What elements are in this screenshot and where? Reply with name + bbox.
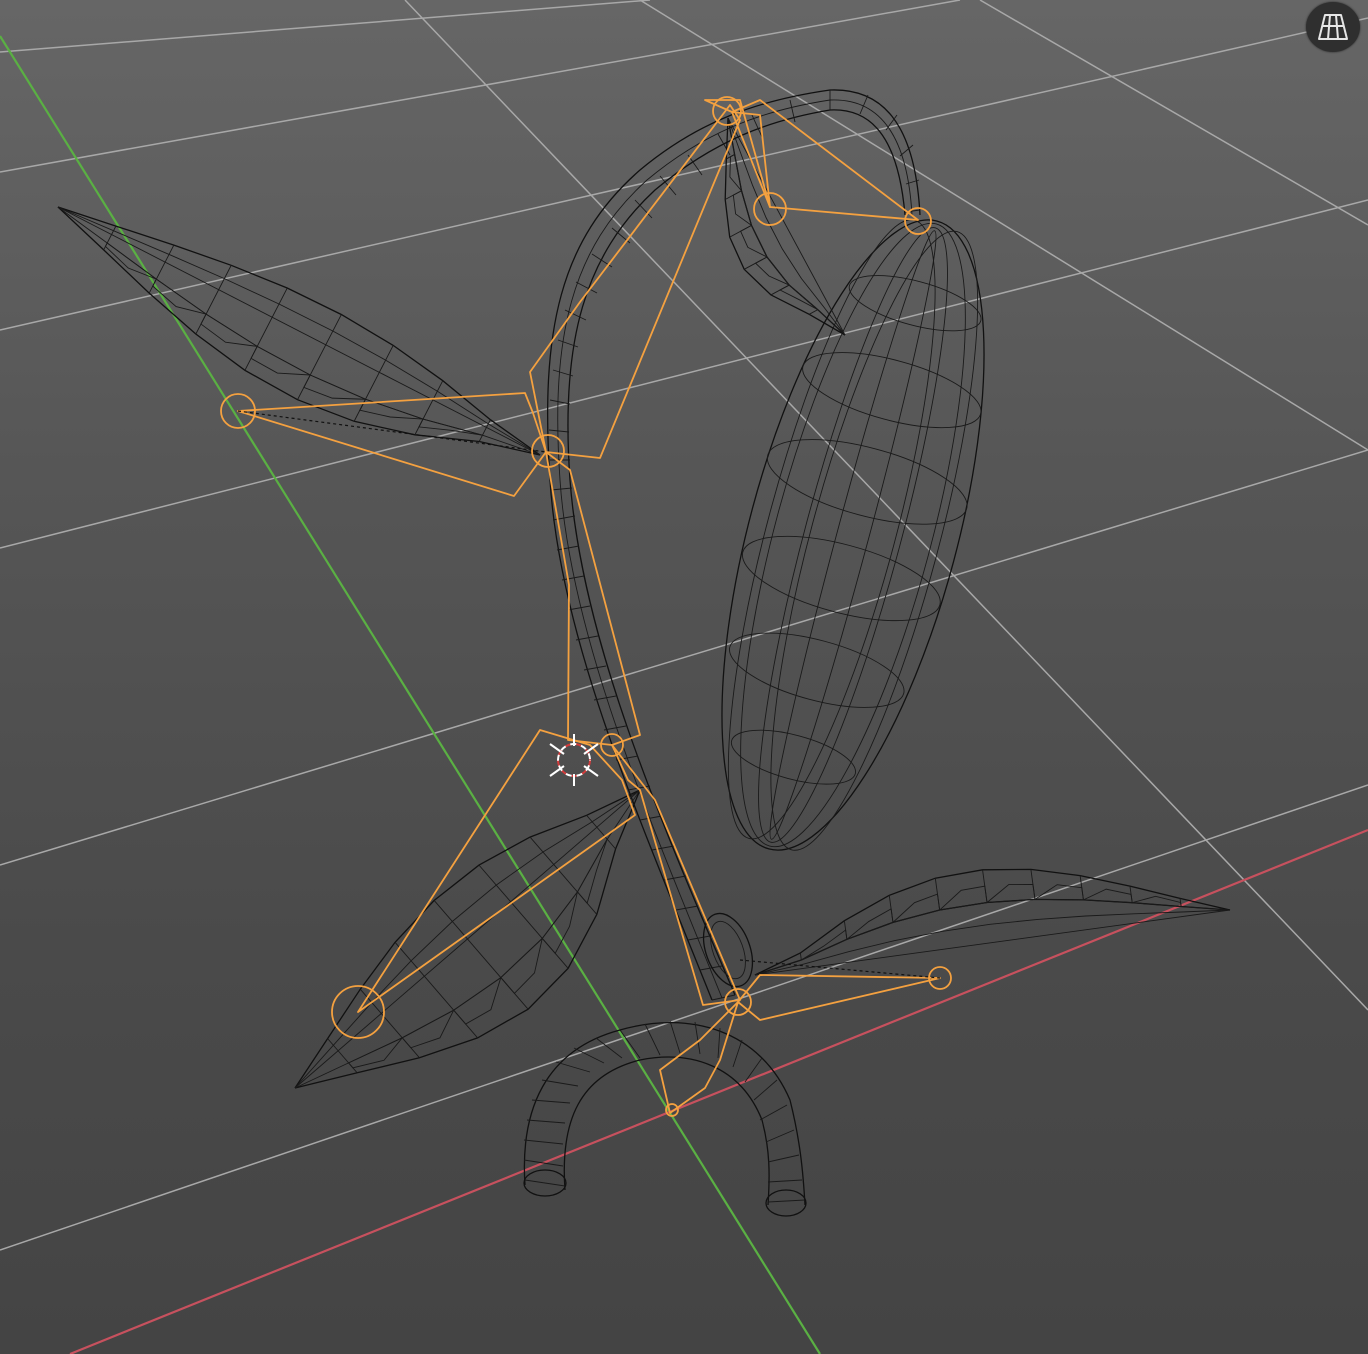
- pod-mesh[interactable]: [668, 194, 1037, 876]
- root-ring: [767, 1199, 806, 1203]
- y-axis-line: [0, 35, 821, 1354]
- leaf-edge: [754, 868, 1231, 976]
- grid-lines-b: [404, 0, 1368, 1011]
- root-ring: [523, 1139, 564, 1145]
- leaf-cell: [740, 224, 768, 259]
- bone-joint[interactable]: [753, 192, 787, 226]
- leaf-rib: [478, 419, 491, 442]
- grid-line: [0, 0, 651, 53]
- leaf-cell: [303, 374, 366, 400]
- grid-line: [0, 199, 1368, 549]
- floor-grid: [0, 0, 1368, 1251]
- viewport-scene[interactable]: [0, 0, 1368, 1354]
- root-ring: [767, 1179, 803, 1183]
- leaf-cell: [892, 893, 941, 923]
- leaf-cell: [985, 883, 1036, 904]
- leaf-rib: [808, 309, 819, 315]
- stem-ring: [717, 133, 731, 156]
- root-ring: [765, 1129, 795, 1143]
- root-ring: [555, 1061, 591, 1073]
- stem-ring: [561, 575, 585, 581]
- root-ring: [526, 1119, 566, 1124]
- leaf-cell: [779, 284, 819, 311]
- leaf-midrib: [57, 206, 541, 456]
- root-ring: [759, 1104, 788, 1121]
- bone-stem-middle[interactable]: [545, 451, 641, 746]
- leaf-rib: [799, 952, 802, 961]
- 3d-viewport[interactable]: [0, 0, 1368, 1354]
- root-ring: [524, 1179, 566, 1187]
- grid-perspective-icon: [1318, 14, 1348, 40]
- root-ring: [694, 1021, 701, 1055]
- root-rings: [523, 1020, 806, 1203]
- root-ring: [523, 1159, 564, 1167]
- x-axis-line: [69, 828, 1368, 1354]
- grid-line: [0, 784, 1368, 1251]
- leaf-cell: [500, 937, 544, 995]
- stem-ring: [687, 935, 711, 941]
- leaf-cell: [541, 891, 578, 955]
- stem-ring: [575, 635, 599, 641]
- root-ring: [669, 1020, 681, 1054]
- root-ring: [595, 1037, 623, 1059]
- grid-line: [639, 0, 1368, 451]
- stem-ring: [639, 815, 663, 821]
- leaf-lower-right-mesh[interactable]: [754, 868, 1231, 976]
- leaf-cell: [453, 976, 502, 1025]
- leaf-cell: [729, 153, 743, 193]
- stem-ring: [663, 875, 687, 881]
- toggle-perspective-button[interactable]: [1306, 2, 1360, 52]
- leaf-edge: [754, 898, 1231, 976]
- stem-ring: [634, 199, 653, 219]
- leaf-edge: [754, 898, 1231, 976]
- leaf-cell: [1132, 895, 1182, 908]
- root-ring: [753, 1079, 778, 1101]
- stem-mesh[interactable]: [546, 89, 921, 1001]
- leaf-cell: [801, 929, 848, 961]
- stem-ring: [567, 605, 591, 611]
- leaf-cell: [200, 313, 258, 347]
- root-ring: [717, 1027, 721, 1059]
- root-ring: [541, 1079, 579, 1087]
- leaf-lower-left-mesh[interactable]: [294, 789, 641, 1089]
- bone-lower-right-leaf[interactable]: [737, 974, 941, 1021]
- leaf-upper-left-mesh[interactable]: [57, 206, 541, 456]
- stem-ring: [593, 695, 617, 701]
- stem-ring: [603, 725, 627, 731]
- root-arc-mesh[interactable]: [523, 907, 807, 1217]
- grid-line: [0, 449, 1368, 866]
- stem-ring: [548, 429, 570, 433]
- leaf-midrib: [754, 909, 1231, 976]
- leaf-cell: [250, 345, 311, 376]
- leaf-cell: [1033, 884, 1084, 901]
- stem-ring: [550, 487, 573, 491]
- stem-ring: [711, 994, 736, 1001]
- leaf-cell: [754, 256, 790, 286]
- root-ring: [531, 1099, 571, 1104]
- root-ring: [732, 1039, 743, 1068]
- grid-line: [0, 0, 961, 173]
- stem-ring: [651, 845, 675, 851]
- stem-ring: [549, 399, 571, 405]
- grid-lines-a: [0, 0, 1368, 1251]
- bone-joint[interactable]: [712, 96, 742, 126]
- leaf-cell: [938, 885, 988, 911]
- stem-rings: [548, 90, 921, 1001]
- leaf-cell: [846, 908, 894, 940]
- plant-mesh[interactable]: [57, 89, 1231, 1217]
- stem-ring: [675, 905, 699, 911]
- stem-ring: [885, 114, 898, 131]
- leaf-cell: [401, 1009, 455, 1049]
- root-ring: [767, 1154, 800, 1163]
